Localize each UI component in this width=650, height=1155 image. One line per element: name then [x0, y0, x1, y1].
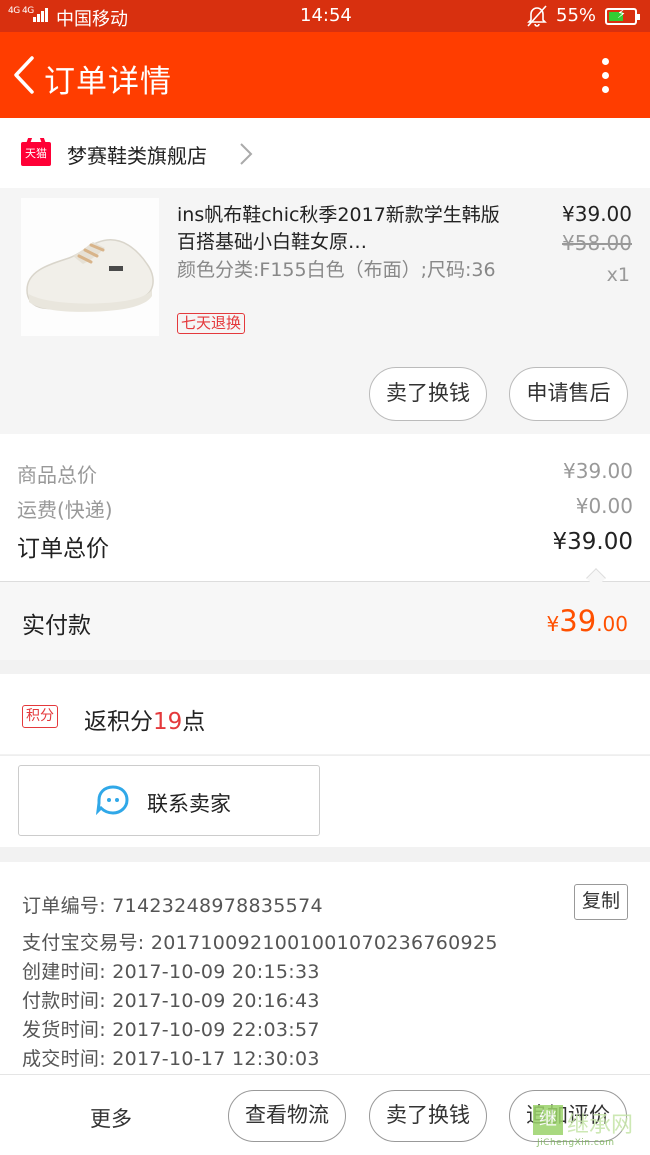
- price-summary: 商品总价 ¥39.00 运费(快递) ¥0.00 订单总价 ¥39.00: [0, 434, 650, 582]
- points-text: 返积分19点: [84, 709, 206, 735]
- points-value: 19: [153, 709, 183, 735]
- created-time: 创建时间: 2017-10-09 20:15:33: [22, 961, 320, 983]
- page-title: 订单详情: [44, 64, 172, 100]
- chevron-right-icon: [238, 142, 254, 166]
- carrier-name: 中国移动: [56, 9, 128, 30]
- closed-time: 成交时间: 2017-10-17 12:30:03: [22, 1048, 320, 1070]
- copy-button[interactable]: 复制: [574, 884, 628, 920]
- after-sale-button[interactable]: 申请售后: [509, 367, 628, 421]
- watermark-icon: 继: [533, 1105, 563, 1135]
- more-menu-icon[interactable]: [594, 56, 618, 96]
- order-total-value: ¥39.00: [552, 529, 633, 555]
- store-name: 梦赛鞋类旗舰店: [67, 144, 207, 168]
- watermark-text: 继承网: [567, 1113, 634, 1138]
- shipping-label: 运费(快递): [17, 498, 113, 522]
- contact-seller-button[interactable]: 联系卖家: [18, 765, 320, 836]
- signal-icon: [33, 8, 49, 22]
- contact-seller-label: 联系卖家: [147, 792, 231, 816]
- points-row: 积分 返积分19点: [0, 674, 650, 754]
- points-badge: 积分: [22, 705, 58, 728]
- watermark-logo: 继 继承网 JiChengXin.com: [533, 1105, 643, 1148]
- bottom-action-bar: 更多 查看物流 卖了换钱 追加评价 继 继承网 JiChengXin.com: [0, 1074, 650, 1155]
- view-logistics-button[interactable]: 查看物流: [228, 1090, 346, 1142]
- resell-button[interactable]: 卖了换钱: [369, 367, 487, 421]
- order-total-label: 订单总价: [17, 536, 109, 562]
- store-row[interactable]: 天猫 梦赛鞋类旗舰店: [0, 118, 650, 188]
- chat-bubble-icon: [95, 784, 130, 816]
- return-policy-tag: 七天退换: [177, 313, 246, 334]
- paid-time: 付款时间: 2017-10-09 20:16:43: [22, 990, 320, 1012]
- shipping-value: ¥0.00: [575, 494, 633, 518]
- product-quantity: x1: [606, 264, 630, 286]
- order-number: 订单编号: 714232489788355​74: [22, 895, 323, 917]
- paid-amount-row: 实付款 ¥39.00: [0, 582, 650, 660]
- goods-total-value: ¥39.00: [563, 459, 633, 483]
- goods-total-label: 商品总价: [17, 463, 97, 487]
- product-price: ¥39.00: [562, 202, 632, 226]
- contact-section: 联系卖家: [0, 755, 650, 847]
- network-indicator: 4G 4G: [8, 6, 34, 16]
- product-sku: 颜色分类:F155白色（布面）;尺码:36: [177, 259, 496, 281]
- resell-bottom-button[interactable]: 卖了换钱: [369, 1090, 487, 1142]
- alipay-number: 支付宝交易号: 2017100921001001070236760925: [22, 932, 498, 954]
- status-bar: 4G 4G 中国移动 14:54 55% ⚡: [0, 0, 650, 32]
- product-thumbnail[interactable]: [21, 198, 159, 336]
- paid-label: 实付款: [22, 613, 91, 639]
- paid-value: ¥39.00: [546, 604, 628, 638]
- tmall-logo-icon: 天猫: [21, 142, 51, 166]
- clock: 14:54: [300, 5, 352, 26]
- watermark-url: JiChengXin.com: [537, 1138, 615, 1148]
- shipped-time: 发货时间: 2017-10-09 22:03:57: [22, 1019, 320, 1041]
- battery-percent: 55%: [556, 5, 597, 26]
- back-arrow-icon[interactable]: [10, 54, 40, 96]
- battery-icon: ⚡: [605, 7, 640, 25]
- app-header: 订单详情: [0, 32, 650, 118]
- order-info: 订单编号: 714232489788355​74 复制 支付宝交易号: 2017…: [0, 862, 650, 1074]
- product-title[interactable]: ins帆布鞋chic秋季2017新款学生韩版百搭基础小白鞋女原…: [177, 202, 507, 256]
- product-card: ins帆布鞋chic秋季2017新款学生韩版百搭基础小白鞋女原… 颜色分类:F1…: [0, 188, 650, 434]
- original-price: ¥58.00: [562, 231, 632, 255]
- more-button[interactable]: 更多: [90, 1103, 132, 1133]
- mute-bell-icon: [527, 5, 547, 32]
